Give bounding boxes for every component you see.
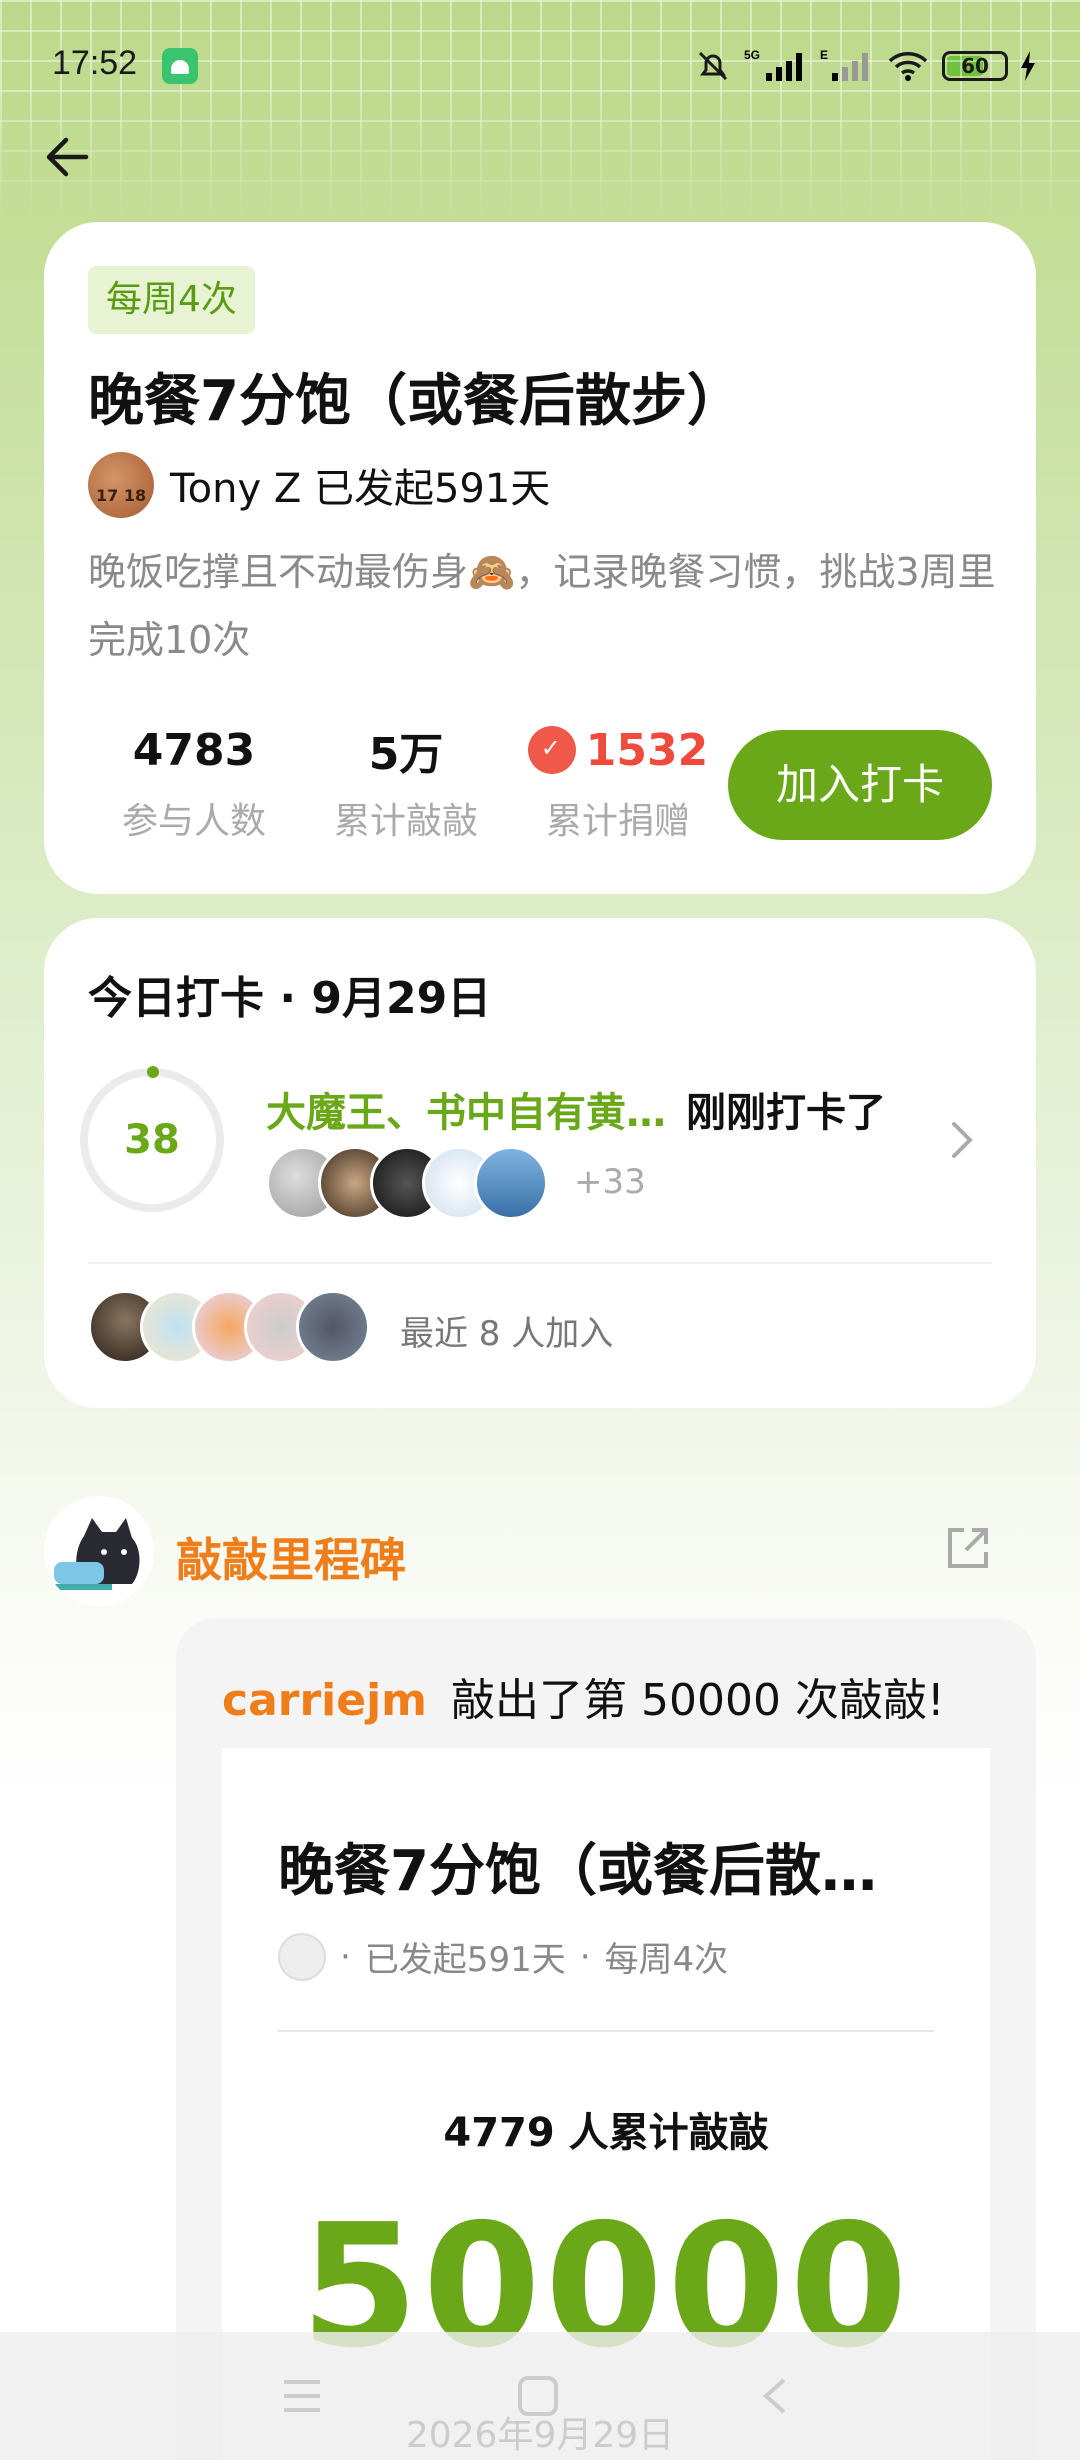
back-arrow-icon[interactable] (40, 130, 94, 184)
stat-value: 1532 (585, 724, 709, 776)
stat-label: 累计捐赠 (545, 801, 690, 842)
avatar (474, 1146, 548, 1220)
stat-value: 5万 (368, 729, 444, 780)
avatar (296, 1290, 370, 1364)
divider (278, 2030, 934, 2032)
milestone-headline: carriejm 敲出了第 50000 次敲敲! (222, 1664, 945, 1728)
battery-level: 60 (961, 54, 989, 78)
join-checkin-button[interactable]: 加入打卡 (728, 730, 992, 840)
signal-e-icon: E (820, 48, 868, 81)
checkin-action: 刚刚打卡了 (686, 1090, 886, 1136)
author-row[interactable]: Tony Z 已发起591天 (88, 452, 550, 518)
author-avatar[interactable] (88, 452, 154, 518)
android-icon (162, 48, 198, 84)
poster-frequency: 每周4次 (604, 1940, 729, 1980)
battery-icon: 60 (942, 51, 1008, 81)
stat-donations[interactable]: 1532 累计捐赠 (512, 722, 724, 844)
checkin-names: 大魔王、书中自有黄… (266, 1090, 666, 1136)
stat-value-row: 1532 (512, 722, 724, 778)
stat-label: 累计敲敲 (333, 801, 478, 842)
cat-mascot-icon (44, 1496, 154, 1606)
poster-meta: · 已发起591天 · 每周4次 (278, 1932, 728, 1981)
checkin-count-ring: 38 (80, 1066, 224, 1212)
poster-title: 晚餐7分饱（或餐后散… (278, 1839, 877, 1904)
today-title: 今日打卡 · 9月29日 (88, 973, 492, 1024)
status-bar: 17:52 5G E 60 (0, 0, 1080, 136)
meta-dot: · (340, 1936, 351, 1977)
stat-value: 4783 (132, 724, 256, 776)
status-icons: 5G E 60 (694, 44, 1036, 88)
svg-text:5G: 5G (744, 48, 760, 62)
poster-people: 4779 人累计敲敲 (443, 2110, 769, 2156)
donation-flower-icon (527, 726, 576, 774)
frequency-tag: 每周4次 (88, 266, 255, 334)
stat-label: 参与人数 (121, 801, 266, 842)
chevron-right-icon[interactable] (948, 1118, 978, 1162)
checkin-avatars (266, 1146, 548, 1220)
checkin-count: 38 (124, 1117, 180, 1163)
poster-days: 已发起591天 (364, 1940, 566, 1980)
stat-knocks: 5万 累计敲敲 (300, 722, 512, 844)
milestone-user[interactable]: carriejm (222, 1675, 427, 1726)
divider (88, 1262, 992, 1264)
share-icon[interactable] (942, 1522, 994, 1574)
poster-date: 2026年9月29日 (405, 2415, 675, 2456)
challenge-description: 晚饭吃撑且不动最伤身🙈，记录晚餐习惯，挑战3周里完成10次 (88, 550, 996, 662)
status-time: 17:52 (52, 44, 138, 82)
author-line: Tony Z 已发起591天 (170, 466, 551, 512)
wifi-icon (888, 52, 928, 81)
meta-dot: · (579, 1936, 591, 1977)
stat-participants: 4783 参与人数 (88, 722, 300, 844)
recent-join-text: 最近 8 人加入 (400, 1314, 614, 1354)
milestone-text: 敲出了第 50000 次敲敲! (451, 1675, 945, 1726)
stats-row: 4783 参与人数 5万 累计敲敲 1532 累计捐赠 (88, 722, 724, 844)
mute-bell-icon (698, 51, 728, 81)
more-count: +33 (574, 1162, 646, 1202)
challenge-title: 晚餐7分饱（或餐后散步） (88, 369, 743, 434)
challenge-card: 每周4次 晚餐7分饱（或餐后散步） Tony Z 已发起591天 晚饭吃撑且不动… (44, 222, 1036, 894)
milestone-title: 敲敲里程碑 (176, 1533, 406, 1587)
svg-text:E: E (820, 48, 828, 62)
today-checkin-card[interactable]: 今日打卡 · 9月29日 38 大魔王、书中自有黄… 刚刚打卡了 +33 最近 … (44, 918, 1036, 1408)
charging-icon (1021, 51, 1035, 81)
recent-avatars (88, 1290, 370, 1364)
signal-5g-icon: 5G (744, 48, 802, 81)
poster-avatar (278, 1932, 326, 1981)
